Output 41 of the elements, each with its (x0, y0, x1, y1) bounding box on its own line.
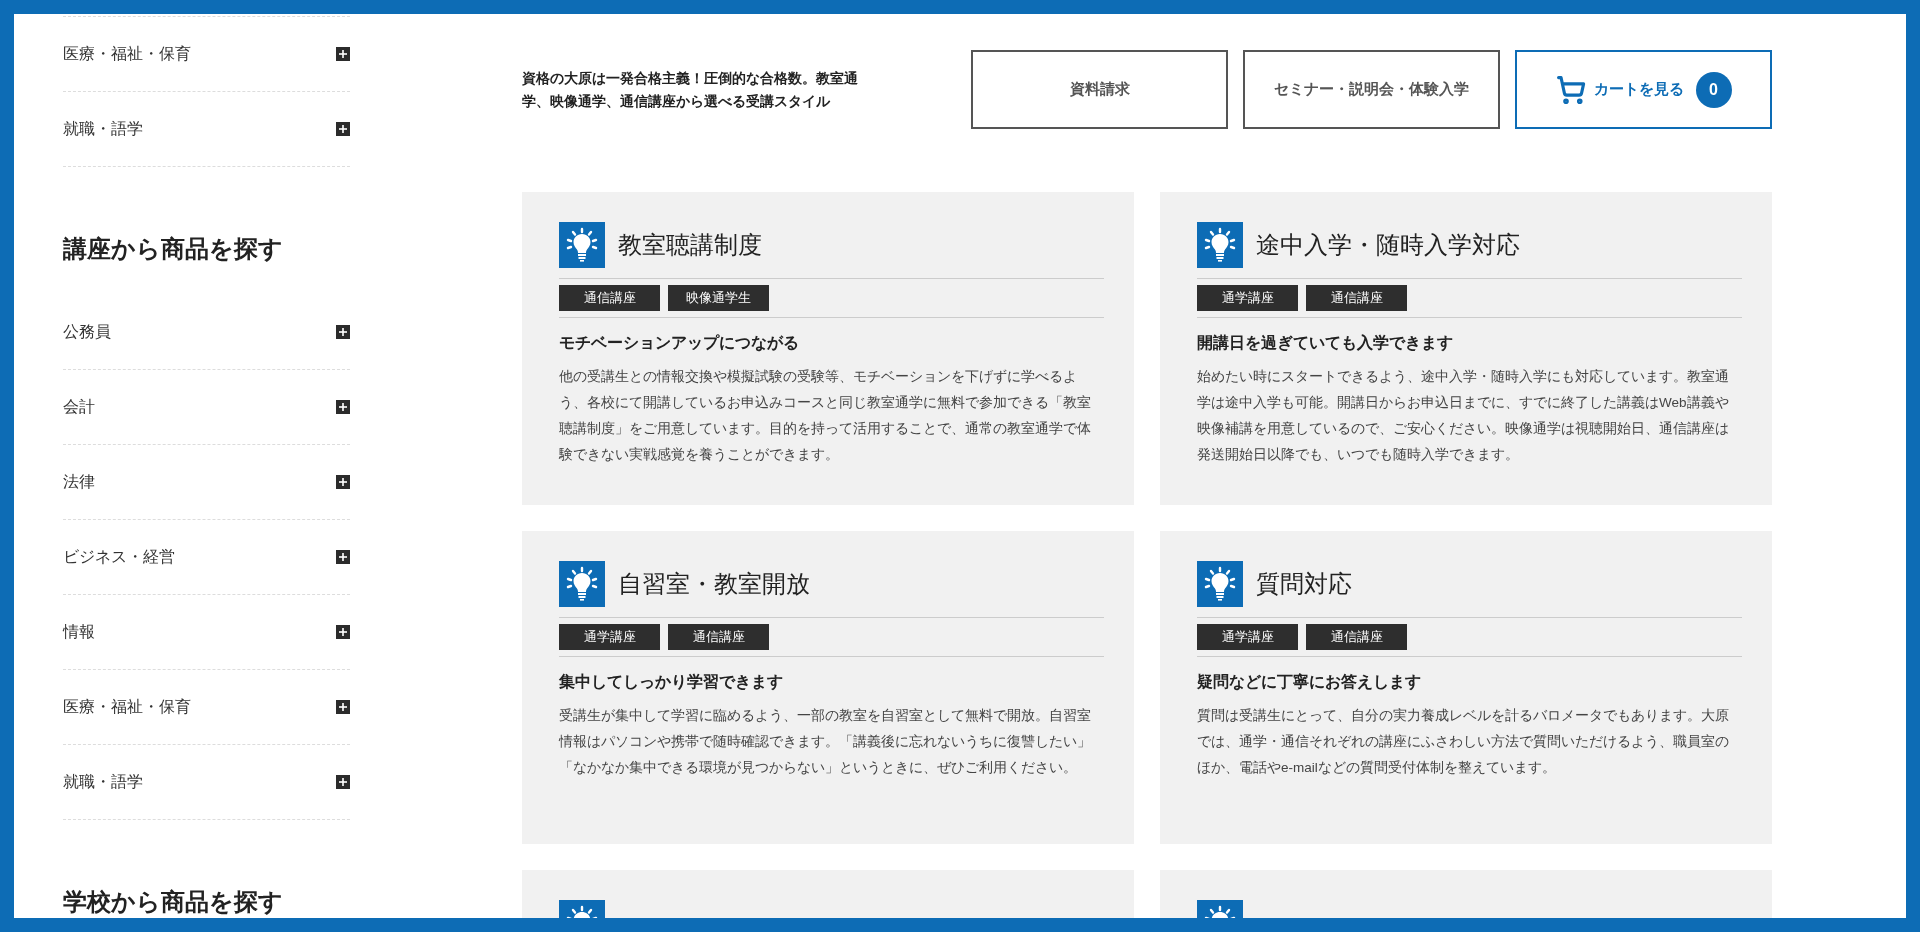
category-link[interactable]: 就職・語学 (63, 117, 143, 141)
tag: 通信講座 (1306, 624, 1407, 650)
category-link[interactable]: 医療・福祉・保育 (63, 42, 191, 66)
cart-button[interactable]: カートを見る 0 (1515, 50, 1772, 129)
section-heading: 講座から商品を探す (63, 234, 284, 264)
tag: 通学講座 (559, 624, 660, 650)
card-description: 始めたい時にスタートできるよう、途中入学・随時入学にも対応しています。教室通学は途中入学も可能。開講日からお申込日までに、すでに終了した講義はWeb講義や映像補講を用意しているので、ご安心ください。映像通学は視聴開始日、通信講座は発送開始日以降でも、いつでも随時入学できます。 (1197, 368, 1730, 464)
category-link[interactable]: 情報 (63, 620, 95, 644)
tag: 通信講座 (559, 285, 660, 311)
card-subtitle: 開講日を過ぎていても入学できます (1197, 333, 1454, 353)
tag: 通信講座 (1306, 285, 1407, 311)
tagline: 資格の大原は一発合格主義！圧倒的な合格数。教室通学、映像通学、通信講座から選べる受講スタイル (522, 69, 859, 111)
card-title: 質問対応 (1256, 569, 1352, 599)
card-description: 他の受講生との情報交換や模擬試験の受験等、モチベーションを下げずに学べるよう、各校にて開講しているお申込みコースと同じ教室通学に無料で参加できる「教室聴講制度」をご用意しています。目的を持って活用することで、通常の教室通学で体験できない実戦感覚を養うことができます。 (559, 368, 1092, 464)
category-link[interactable]: 就職・語学 (63, 770, 143, 794)
link-button[interactable]: 資料請求 (971, 50, 1228, 129)
link-button[interactable]: セミナー・説明会・体験入学 (1243, 50, 1500, 129)
category-link[interactable]: 医療・福祉・保育 (63, 695, 191, 719)
card-title: 自習室・教室開放 (618, 569, 810, 599)
light-bulb-icon (1197, 222, 1243, 268)
card-subtitle: 集中してしっかり学習できます (559, 672, 784, 692)
card-subtitle: 疑問などに丁寧にお答えします (1197, 672, 1422, 693)
category-link[interactable]: 公務員 (63, 320, 111, 344)
card-title: 途中入学・随時入学対応 (1256, 230, 1520, 260)
light-bulb-icon (559, 561, 605, 607)
category-link[interactable]: 法律 (63, 470, 95, 494)
category-link[interactable]: ビジネス・経営 (63, 545, 175, 569)
category-link[interactable]: 会計 (63, 395, 95, 419)
cart-count-badge: 0 (1695, 71, 1732, 108)
cart-icon (1555, 74, 1586, 105)
light-bulb-icon (559, 222, 605, 268)
card-subtitle: モチベーションアップにつながる (559, 333, 800, 354)
tag: 通学講座 (1197, 285, 1298, 311)
tag: 通学講座 (1197, 624, 1298, 650)
card-title: 教室聴講制度 (618, 230, 762, 260)
section-heading: 学校から商品を探す (63, 887, 284, 917)
light-bulb-icon (1197, 561, 1243, 607)
card-description: 質問は受講生にとって、自分の実力養成レベルを計るバロメータでもあります。大原では、通学・通信それぞれの講座にふさわしい方法で質問いただけるよう、職員室のほか、電話やe-mailなどの質問受付体制を整えています。 (1197, 707, 1730, 777)
card-description: 受講生が集中して学習に臨めるよう、一部の教室を自習室として無料で開放。自習室情報はパソコンや携帯で随時確認できます。「講義後に忘れないうちに復讐したい」「なかなか集中できる環境が見つからない」というときに、ぜひご利用ください。 (559, 707, 1092, 777)
tag: 映像通学生 (668, 285, 769, 311)
tag: 通信講座 (668, 624, 769, 650)
